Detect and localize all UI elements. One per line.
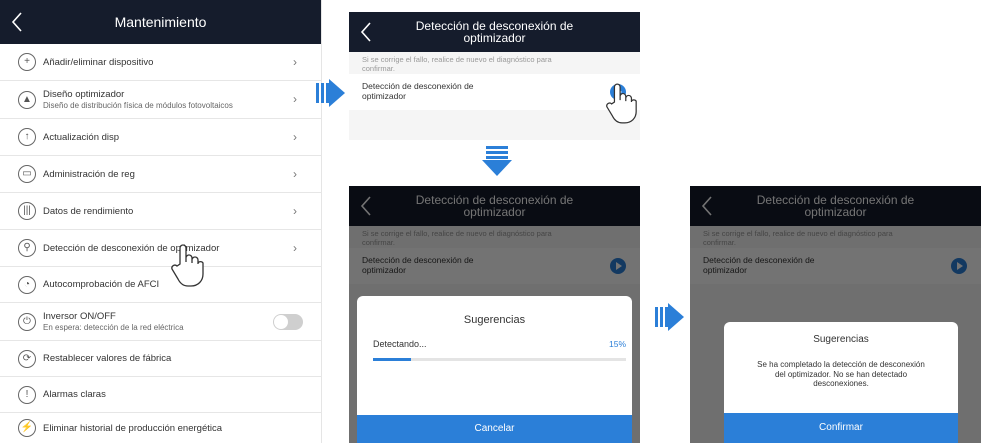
detecting-screen: Detección de desconexión de optimizador … bbox=[349, 186, 640, 443]
reset-icon: ⟳ bbox=[18, 349, 36, 368]
arrow-down-icon bbox=[482, 160, 512, 176]
menu-item-clear-alarms[interactable]: ! Alarmas claras bbox=[0, 377, 322, 413]
menu-item-clear-energy-history[interactable]: ⚡ Eliminar historial de producción energ… bbox=[0, 413, 322, 443]
flow-arrow-down bbox=[486, 146, 508, 159]
upgrade-icon: ↑ bbox=[18, 128, 36, 146]
alarm-icon: ! bbox=[18, 385, 36, 404]
afci-icon: ◔ bbox=[18, 275, 36, 294]
detection-item-label: Detección de desconexión deoptimizador bbox=[362, 81, 474, 101]
progress-percent: 15% bbox=[609, 339, 627, 349]
inverter-toggle[interactable] bbox=[273, 314, 303, 330]
cancel-button[interactable]: Cancelar bbox=[357, 415, 632, 443]
back-icon[interactable] bbox=[359, 21, 373, 43]
detection-screen: Detección de desconexión de optimizador … bbox=[349, 12, 640, 140]
performance-icon: ||| bbox=[18, 202, 36, 220]
confirm-button[interactable]: Confirmar bbox=[724, 413, 958, 443]
hand-pointer-icon bbox=[606, 83, 637, 124]
menu-item-optimizer-disconnection[interactable]: ⚲ Detección de desconexión de optimizado… bbox=[0, 230, 322, 267]
progress-track bbox=[373, 358, 626, 361]
chevron-right-icon: › bbox=[293, 167, 297, 181]
result-message: Se ha completado la detección de descone… bbox=[757, 360, 925, 388]
chevron-right-icon: › bbox=[293, 241, 297, 255]
maintenance-screen: Mantenimiento + Añadir/eliminar disposit… bbox=[0, 0, 322, 443]
menu-item-add-remove-device[interactable]: + Añadir/eliminar dispositivo › bbox=[0, 44, 322, 81]
energy-icon: ⚡ bbox=[18, 419, 36, 437]
log-icon: ▭ bbox=[18, 165, 36, 183]
detection-item: Detección de desconexión deoptimizador bbox=[349, 74, 640, 110]
menu-item-optimizer-layout[interactable]: ▲ Diseño optimizador Diseño de distribuc… bbox=[0, 81, 322, 119]
header: Mantenimiento bbox=[0, 0, 321, 44]
result-dialog: Sugerencias Se ha completado la detecció… bbox=[724, 322, 958, 443]
menu-item-afci-selftest[interactable]: ◔ Autocomprobación de AFCI bbox=[0, 267, 322, 303]
flow-arrow-right bbox=[655, 307, 668, 327]
arrow-right-icon bbox=[329, 79, 345, 107]
optimizer-detect-icon: ⚲ bbox=[18, 239, 36, 257]
chevron-right-icon: › bbox=[293, 204, 297, 218]
menu-item-log-management[interactable]: ▭ Administración de reg › bbox=[0, 156, 322, 193]
back-icon[interactable] bbox=[10, 11, 24, 33]
detection-complete-screen: Detección de desconexión de optimizador … bbox=[690, 186, 981, 443]
hand-pointer-icon bbox=[171, 244, 204, 287]
progress-fill bbox=[373, 358, 411, 361]
layout-icon: ▲ bbox=[18, 90, 36, 109]
menu-item-inverter-onoff[interactable]: ⏻ Inversor ON/OFF En espera: detección d… bbox=[0, 303, 322, 341]
toggle-knob bbox=[274, 315, 288, 329]
dialog-title: Sugerencias bbox=[463, 314, 526, 326]
chevron-right-icon: › bbox=[293, 55, 297, 69]
flow-arrow-right bbox=[316, 83, 329, 103]
progress-dialog: Sugerencias Detectando... 15% Cancelar bbox=[357, 296, 632, 443]
menu-item-factory-reset[interactable]: ⟳ Restablecer valores de fábrica bbox=[0, 341, 322, 377]
page-title: Mantenimiento bbox=[114, 14, 207, 30]
chevron-right-icon: › bbox=[293, 130, 297, 144]
menu-item-device-upgrade[interactable]: ↑ Actualización disp › bbox=[0, 119, 322, 156]
arrow-right-icon bbox=[668, 303, 684, 331]
dialog-title: Sugerencias bbox=[813, 334, 869, 345]
menu-item-performance-data[interactable]: ||| Datos de rendimiento › bbox=[0, 193, 322, 230]
chevron-right-icon: › bbox=[293, 92, 297, 106]
header: Detección de desconexión de optimizador bbox=[349, 12, 640, 52]
plus-circle-icon: + bbox=[18, 53, 36, 71]
progress-status: Detectando... bbox=[373, 339, 427, 349]
hint-text: Si se corrige el fallo, realice de nuevo… bbox=[362, 55, 552, 73]
power-icon: ⏻ bbox=[18, 312, 36, 331]
